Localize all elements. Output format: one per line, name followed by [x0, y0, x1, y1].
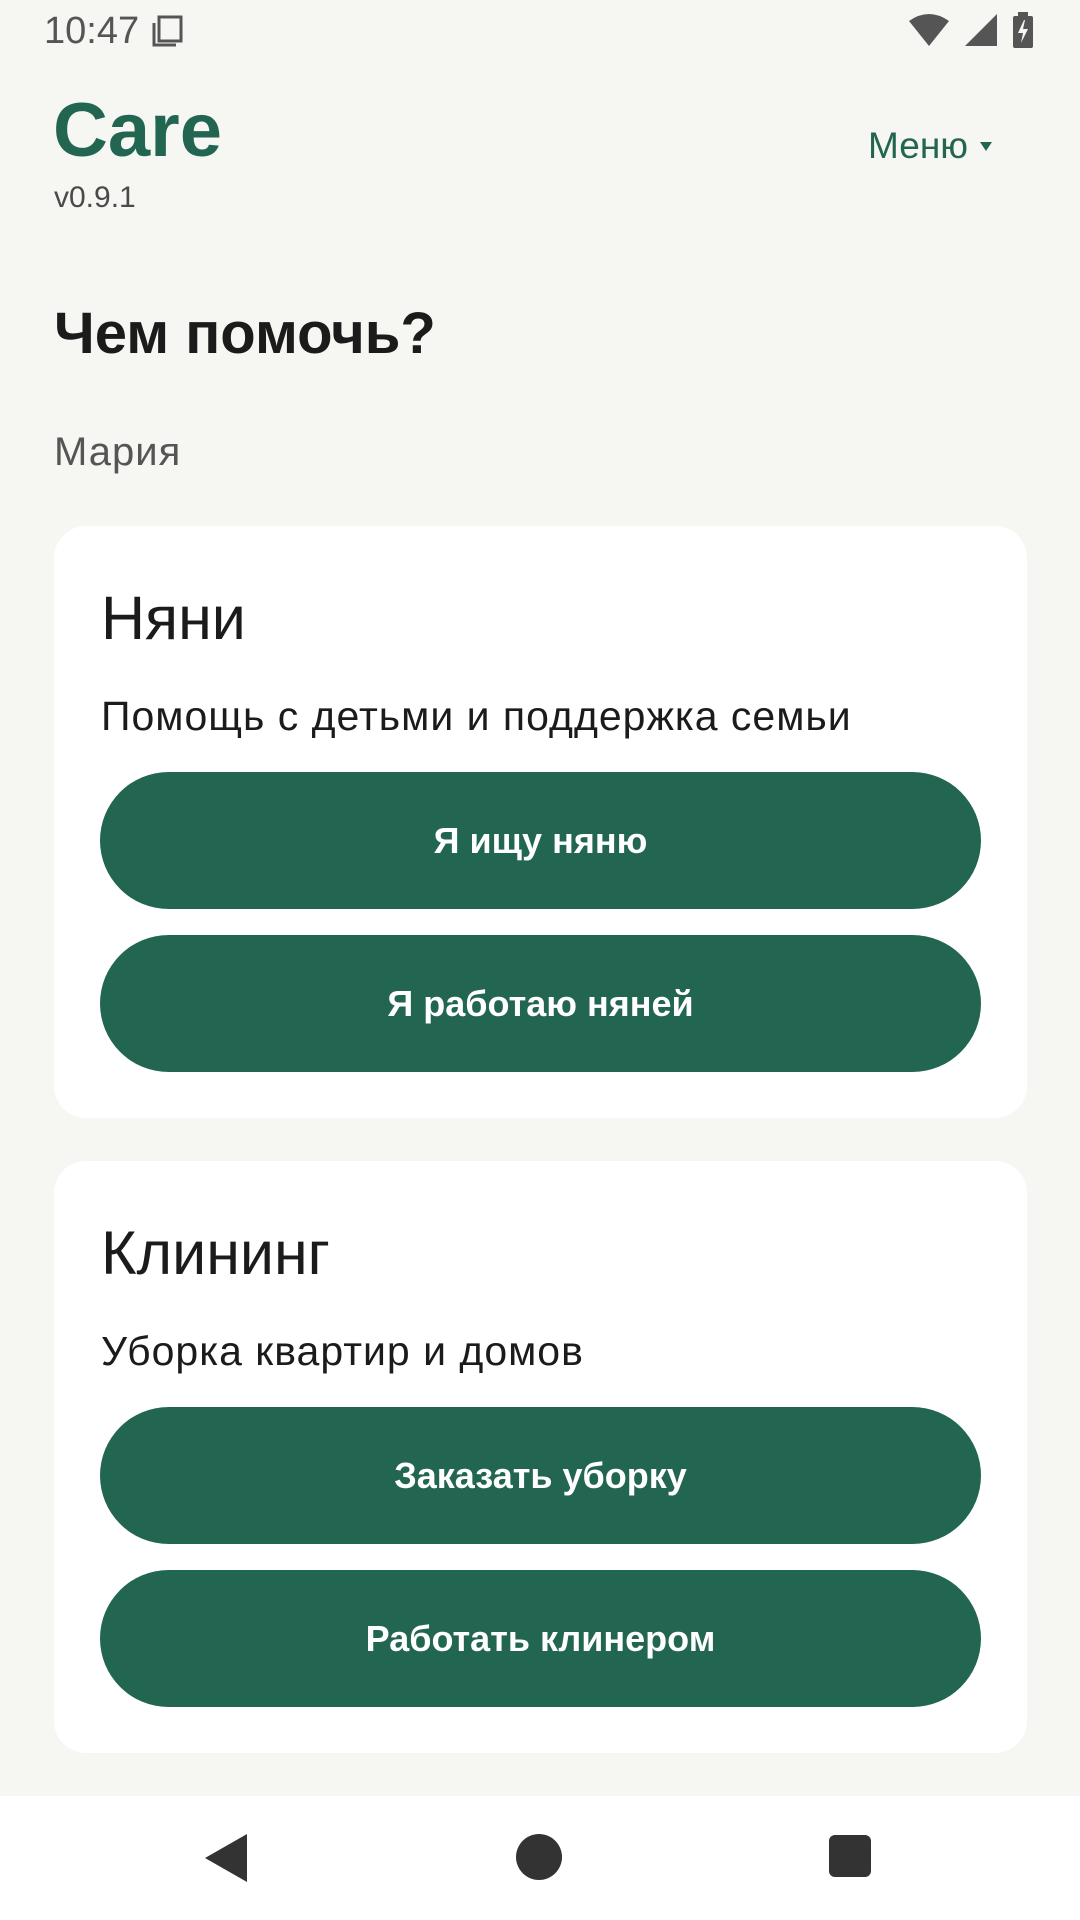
- battery-charging-icon: [1012, 12, 1034, 48]
- caret-down-icon: [980, 141, 992, 151]
- card-title: Няни: [101, 584, 246, 652]
- find-nanny-button[interactable]: Я ищу няню: [100, 772, 981, 909]
- document-icon: [150, 14, 184, 48]
- card-subtitle: Уборка квартир и домов: [101, 1328, 584, 1374]
- status-time: 10:47: [44, 10, 140, 52]
- home-icon[interactable]: [516, 1834, 562, 1880]
- work-as-nanny-button[interactable]: Я работаю няней: [100, 935, 981, 1072]
- menu-label: Меню: [868, 125, 968, 166]
- back-icon[interactable]: [205, 1834, 247, 1882]
- cleaning-card: Клининг Уборка квартир и домов Заказать …: [54, 1161, 1027, 1753]
- system-nav-bar: [0, 1796, 1080, 1920]
- app-version: v0.9.1: [54, 181, 136, 214]
- cellular-signal-icon: [964, 13, 998, 47]
- work-as-cleaner-button[interactable]: Работать клинером: [100, 1570, 981, 1707]
- nannies-card: Няни Помощь с детьми и поддержка семьи Я…: [54, 526, 1027, 1118]
- user-name: Мария: [54, 430, 182, 474]
- card-subtitle: Помощь с детьми и поддержка семьи: [101, 693, 852, 739]
- menu-button[interactable]: Меню: [868, 124, 992, 168]
- card-title: Клининг: [101, 1219, 330, 1287]
- app-title: Care: [53, 88, 222, 173]
- order-cleaning-button[interactable]: Заказать уборку: [100, 1407, 981, 1544]
- wifi-icon: [908, 13, 950, 47]
- recents-icon[interactable]: [829, 1835, 871, 1877]
- status-icons: [908, 12, 1034, 48]
- page-title: Чем помочь?: [54, 301, 436, 366]
- status-bar: 10:47: [0, 0, 1080, 62]
